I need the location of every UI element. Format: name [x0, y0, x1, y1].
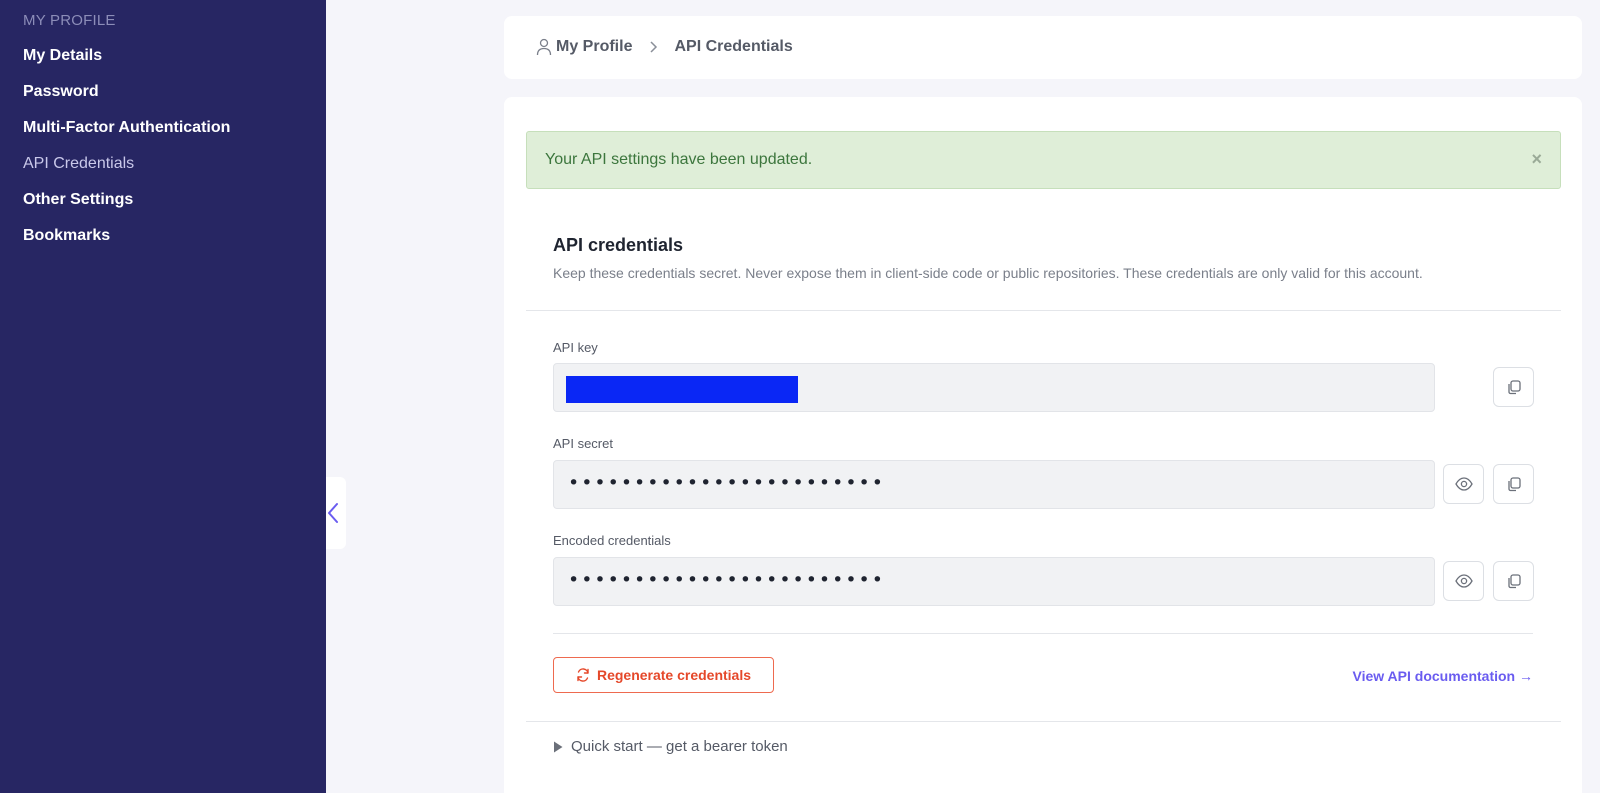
eye-icon [1454, 477, 1473, 491]
encoded-credentials-label: Encoded credentials [553, 533, 671, 548]
alert-message: Your API settings have been updated. [545, 151, 813, 168]
api-secret-field[interactable]: •••••••••••••••••••••••• [553, 460, 1435, 509]
copy-icon [1507, 380, 1521, 395]
quick-start-toggle[interactable]: Quick start — get a bearer token [553, 738, 788, 755]
divider [553, 633, 1533, 634]
section-heading: API credentials [553, 235, 684, 255]
copy-encoded-button[interactable] [1493, 561, 1534, 601]
copy-api-key-button[interactable] [1493, 367, 1534, 407]
breadcrumb-card: My Profile API Credentials [504, 16, 1582, 79]
regenerate-credentials-button[interactable]: Regenerate credentials [553, 657, 774, 693]
sidebar-item-my-details[interactable]: My Details [23, 47, 102, 65]
user-icon [536, 38, 552, 56]
success-alert: Your API settings have been updated. × [526, 131, 1561, 189]
breadcrumb-home-label: My Profile [556, 38, 633, 55]
breadcrumb-current: API Credentials [674, 38, 793, 55]
sidebar-section-title: MY PROFILE [23, 12, 116, 29]
api-secret-label: API secret [553, 436, 613, 451]
sidebar-item-api-credentials[interactable]: API Credentials [23, 155, 134, 173]
breadcrumb-home[interactable]: My Profile [536, 38, 632, 56]
quick-start-label: Quick start — get a bearer token [571, 738, 788, 755]
api-key-label: API key [553, 340, 598, 355]
regenerate-credentials-label: Regenerate credentials [596, 667, 752, 683]
breadcrumb: My Profile API Credentials [536, 38, 793, 56]
redacted-value [566, 376, 798, 403]
sidebar-item-password[interactable]: Password [23, 83, 99, 101]
sidebar-item-bookmarks[interactable]: Bookmarks [23, 227, 110, 245]
api-key-field[interactable] [553, 363, 1435, 412]
copy-icon [1507, 574, 1521, 589]
refresh-icon [577, 668, 589, 682]
api-credentials-card: Your API settings have been updated. × A… [504, 97, 1582, 793]
sidebar-item-mfa[interactable]: Multi-Factor Authentication [23, 119, 230, 137]
copy-icon [1507, 477, 1521, 492]
view-api-documentation-link[interactable]: View API documentation → [1353, 668, 1533, 684]
copy-api-secret-button[interactable] [1493, 464, 1534, 504]
chevron-left-icon [328, 503, 338, 523]
section-description: Keep these credentials secret. Never exp… [553, 265, 1423, 281]
api-secret-masked-value: •••••••••••••••••••••••• [568, 472, 885, 494]
divider [526, 721, 1561, 722]
eye-icon [1454, 574, 1473, 588]
sidebar-item-other-settings[interactable]: Other Settings [23, 191, 133, 209]
close-icon[interactable]: × [1531, 149, 1542, 170]
chevron-right-icon [648, 40, 658, 54]
toggle-encoded-visibility-button[interactable] [1443, 561, 1484, 601]
caret-right-icon [554, 741, 563, 752]
divider [526, 310, 1561, 311]
sidebar: MY PROFILE My Details Password Multi-Fac… [0, 0, 326, 793]
sidebar-collapse-toggle[interactable] [326, 477, 346, 549]
encoded-credentials-field[interactable]: •••••••••••••••••••••••• [553, 557, 1435, 606]
encoded-credentials-masked-value: •••••••••••••••••••••••• [568, 569, 885, 591]
toggle-api-secret-visibility-button[interactable] [1443, 464, 1484, 504]
